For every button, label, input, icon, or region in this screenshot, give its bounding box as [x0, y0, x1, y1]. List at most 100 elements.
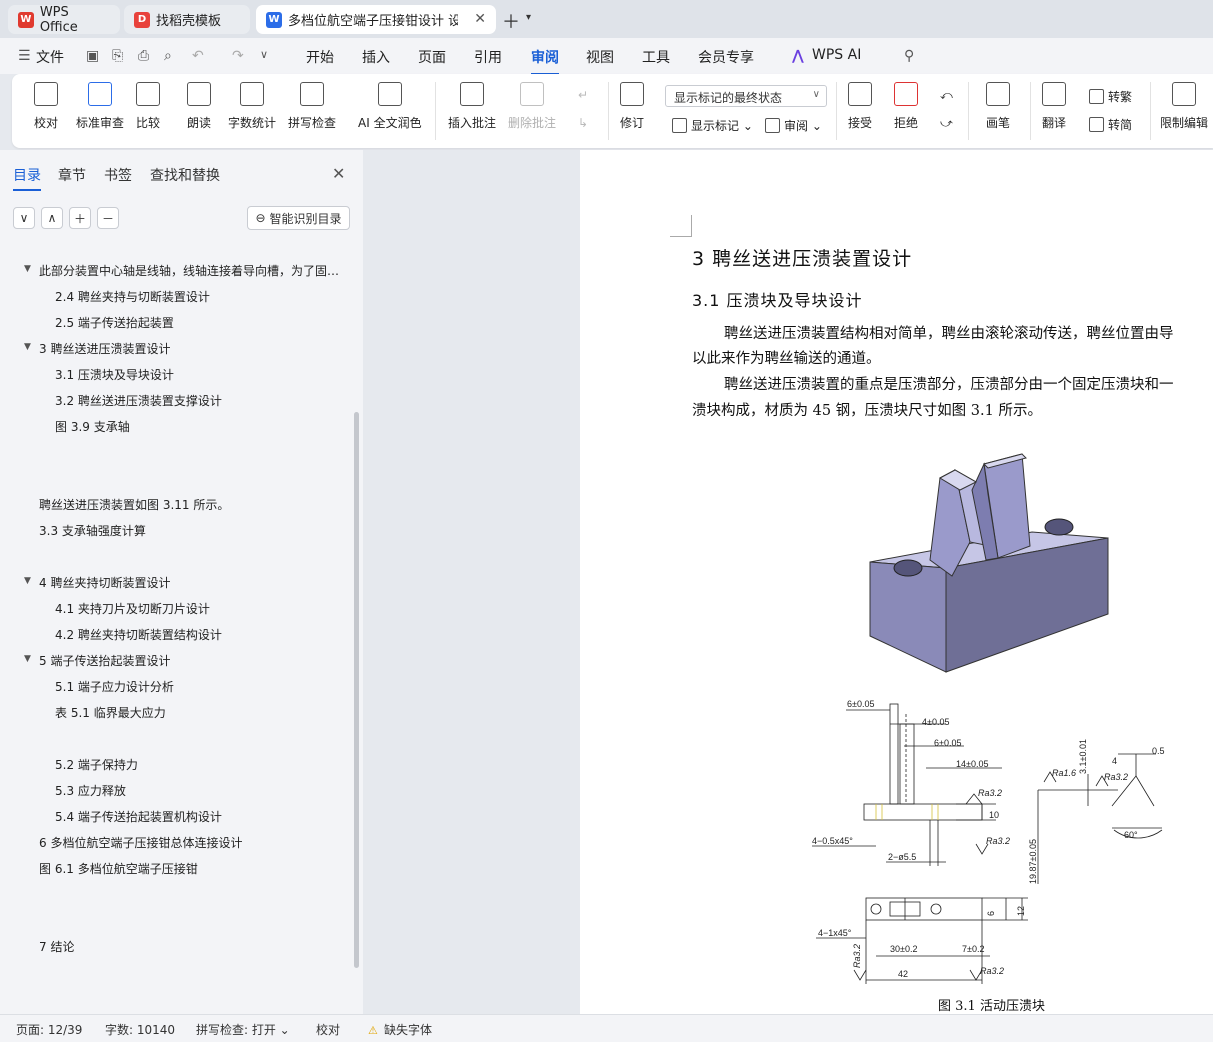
part-3d-image	[869, 453, 1109, 673]
scrollbar[interactable]	[354, 412, 359, 968]
print-icon[interactable]: ⎙	[138, 48, 149, 64]
word-count-status[interactable]: 字数: 10140	[105, 1021, 175, 1038]
prev-comment-icon[interactable]: ↵	[578, 88, 588, 102]
proofread-status[interactable]: 校对	[316, 1021, 340, 1038]
tab-document[interactable]: W 多档位航空端子压接钳设计 设 ✕	[256, 5, 496, 34]
toc-item[interactable]: 3.2 聘丝送进压溃装置支撑设计	[55, 392, 222, 409]
toc-item[interactable]: 5.2 端子保持力	[55, 756, 138, 773]
menu-review[interactable]: 审阅	[531, 47, 559, 75]
menu-member[interactable]: 会员专享	[698, 47, 754, 67]
menu-file[interactable]: 文件	[36, 47, 64, 67]
toc-item[interactable]: 5.4 端子传送抬起装置机构设计	[55, 808, 222, 825]
compare-icon	[136, 82, 160, 106]
to-traditional-button[interactable]: 转繁	[1089, 88, 1132, 105]
search-icon[interactable]: ⚲	[904, 48, 914, 64]
menu-view[interactable]: 视图	[586, 47, 614, 67]
toc-item[interactable]: 5.3 应力释放	[55, 782, 126, 799]
close-icon[interactable]: ✕	[332, 164, 345, 183]
smart-toc-button[interactable]: ⊖ 智能识别目录	[247, 206, 350, 230]
warning-icon: ⚠	[368, 1024, 378, 1037]
toc-item[interactable]: 2.5 端子传送抬起装置	[55, 314, 174, 331]
demote-level-button[interactable]: －	[97, 207, 119, 229]
navigation-pane: 目录 章节 书签 查找和替换 ✕ ∨ ∧ ＋ － ⊖ 智能识别目录 ▼ 此部分装置中…	[0, 150, 363, 1014]
spell-check-button[interactable]: 拼写检查	[288, 82, 336, 131]
more-chevron-icon[interactable]: ∨	[260, 48, 268, 61]
menu-wps-ai[interactable]: WPS AI	[812, 47, 861, 63]
tab-label: 找稻壳模板	[156, 14, 222, 29]
show-markup-button[interactable]: 显示标记 ⌄	[672, 117, 753, 134]
tab-bookmarks[interactable]: 书签	[104, 165, 132, 185]
tab-wps-office[interactable]: W WPS Office	[8, 4, 120, 35]
next-comment-icon[interactable]: ↳	[578, 116, 588, 130]
word-count-button[interactable]: 字数统计	[228, 82, 276, 131]
expand-all-button[interactable]: ∨	[13, 207, 35, 229]
read-aloud-button[interactable]: 朗读	[187, 82, 211, 131]
menu-home[interactable]: 开始	[306, 47, 334, 67]
toc-item[interactable]: 图 3.9 支承轴	[55, 418, 130, 435]
close-icon[interactable]: ✕	[474, 11, 486, 27]
docer-icon: D	[134, 11, 150, 28]
menu-references[interactable]: 引用	[474, 47, 502, 67]
toc-item[interactable]: 6 多档位航空端子压接钳总体连接设计	[39, 834, 242, 851]
hamburger-icon[interactable]: ☰	[18, 48, 31, 64]
print-preview-icon[interactable]: ⌕	[164, 48, 172, 64]
toc-item[interactable]: 图 6.1 多档位航空端子压接钳	[39, 860, 198, 877]
export-icon[interactable]: ⎘	[112, 48, 123, 64]
missing-font-status[interactable]: ⚠ 缺失字体	[368, 1021, 432, 1038]
track-changes-button[interactable]: 修订	[620, 82, 644, 131]
undo-icon[interactable]: ↶	[192, 48, 204, 64]
toc-item[interactable]: 表 5.1 临界最大应力	[55, 704, 166, 721]
reject-button[interactable]: 拒绝	[894, 82, 918, 131]
toc-item[interactable]: 2.4 聘丝夹持与切断装置设计	[55, 288, 210, 305]
redo-icon[interactable]: ↷	[232, 48, 244, 64]
tab-docer[interactable]: D 找稻壳模板	[124, 5, 250, 34]
toc-item[interactable]: 7 结论	[39, 938, 74, 955]
toc-item[interactable]: 3.3 支承轴强度计算	[39, 522, 146, 539]
collapse-arrow-icon[interactable]: ▼	[24, 342, 31, 352]
tab-label: WPS Office	[39, 4, 78, 35]
tab-sections[interactable]: 章节	[58, 165, 86, 185]
collapse-arrow-icon[interactable]: ▼	[24, 264, 31, 274]
ai-polish-button[interactable]: AI 全文润色	[358, 82, 422, 131]
collapse-arrow-icon[interactable]: ▼	[24, 576, 31, 586]
collapse-all-button[interactable]: ∧	[41, 207, 63, 229]
accept-button[interactable]: 接受	[848, 82, 872, 131]
compare-button[interactable]: 比较	[136, 82, 160, 131]
promote-level-button[interactable]: ＋	[69, 207, 91, 229]
restrict-edit-button[interactable]: 限制编辑	[1160, 82, 1208, 131]
markup-mode-select[interactable]: 显示标记的最终状态 ∨	[665, 85, 827, 107]
menu-insert[interactable]: 插入	[362, 47, 390, 67]
chevron-down-icon[interactable]: ▾	[526, 12, 531, 23]
toc-item[interactable]: 4 聘丝夹持切断装置设计	[39, 574, 170, 591]
spell-check-status[interactable]: 拼写检查: 打开 ⌄	[196, 1021, 290, 1038]
dim-label: 60°	[1124, 830, 1138, 840]
toc-item[interactable]: 5 端子传送抬起装置设计	[39, 652, 170, 669]
insert-comment-button[interactable]: 插入批注	[448, 82, 496, 131]
toc-item[interactable]: 聘丝送进压溃装置如图 3.11 所示。	[39, 496, 229, 513]
save-icon[interactable]: ▣	[86, 48, 99, 64]
dim-label: 6±0.05	[934, 738, 961, 748]
toc-item[interactable]: 4.2 聘丝夹持切断装置结构设计	[55, 626, 222, 643]
collapse-arrow-icon[interactable]: ▼	[24, 654, 31, 664]
tab-find-replace[interactable]: 查找和替换	[150, 165, 220, 185]
delete-comment-button[interactable]: 删除批注	[508, 82, 556, 131]
menu-tools[interactable]: 工具	[642, 47, 670, 67]
tab-toc[interactable]: 目录	[13, 165, 41, 191]
page-indicator[interactable]: 页面: 12/39	[16, 1021, 82, 1038]
pen-button[interactable]: 画笔	[986, 82, 1010, 131]
prev-change-icon[interactable]: ⤺	[940, 88, 953, 103]
translate-button[interactable]: 翻译	[1042, 82, 1066, 131]
toc-item[interactable]: 3 聘丝送进压溃装置设计	[39, 340, 170, 357]
next-change-icon[interactable]: ⤻	[940, 116, 953, 131]
new-tab-icon[interactable]: ＋	[502, 8, 520, 34]
standard-review-button[interactable]: 标准审查	[76, 82, 124, 131]
toc-item[interactable]: 5.1 端子应力设计分析	[55, 678, 174, 695]
toc-item[interactable]: 此部分装置中心轴是线轴，线轴连接着导向槽，为了固…	[39, 262, 339, 279]
toc-item[interactable]: 4.1 夹持刀片及切断刀片设计	[55, 600, 210, 617]
dim-label: 3.1±0.01	[1078, 739, 1088, 774]
toc-item[interactable]: 3.1 压溃块及导块设计	[55, 366, 174, 383]
review-pane-button[interactable]: 审阅 ⌄	[765, 117, 822, 134]
menu-page[interactable]: 页面	[418, 47, 446, 67]
to-simplified-button[interactable]: 转简	[1089, 116, 1132, 133]
proofread-button[interactable]: 校对	[34, 82, 58, 131]
